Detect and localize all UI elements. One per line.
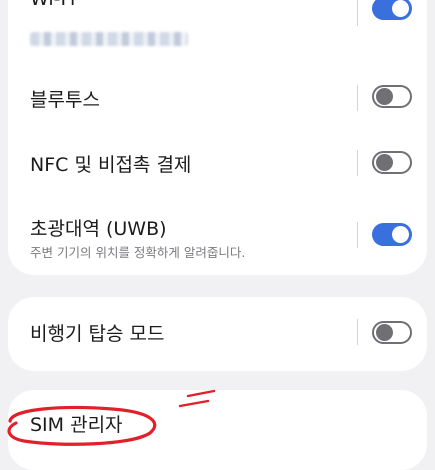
wifi-network-name-blurred [30,32,188,46]
uwb-row[interactable]: 초광대역 (UWB) 주변 기기의 위치를 정확하게 알려줍니다. [8,200,427,270]
sim-manager-label: SIM 관리자 [30,414,123,436]
airplane-mode-label: 비행기 탑승 모드 [30,323,165,345]
toggle-knob [376,88,393,105]
row-divider [357,222,358,248]
connections-settings-card: Wi-Fi 블루투스 NFC 및 비접촉 결제 초광대역 (UWB) 주변 기기… [8,0,427,275]
toggle-knob [376,324,393,341]
toggle-knob [392,0,409,17]
airplane-mode-row[interactable]: 비행기 탑승 모드 [8,297,427,371]
airplane-mode-card: 비행기 탑승 모드 [8,297,427,371]
row-divider [357,0,358,26]
row-divider [357,319,358,345]
uwb-toggle[interactable] [372,223,412,246]
toggle-knob [392,226,409,243]
bluetooth-toggle[interactable] [372,85,412,108]
wifi-toggle[interactable] [372,0,412,20]
sim-manager-row[interactable]: SIM 관리자 [8,390,427,470]
row-divider [357,85,358,111]
uwb-description: 주변 기기의 위치를 정확하게 알려줍니다. [30,245,246,260]
uwb-label: 초광대역 (UWB) [30,218,167,240]
nfc-toggle[interactable] [372,151,412,174]
row-divider [357,150,358,176]
nfc-row[interactable]: NFC 및 비접촉 결제 [8,130,427,190]
bluetooth-label: 블루투스 [30,89,100,111]
wifi-label: Wi-Fi [30,0,75,10]
sim-manager-card: SIM 관리자 [8,390,427,470]
airplane-mode-toggle[interactable] [372,321,412,344]
bluetooth-row[interactable]: 블루투스 [8,68,427,128]
nfc-label: NFC 및 비접촉 결제 [30,154,192,176]
toggle-knob [376,154,393,171]
